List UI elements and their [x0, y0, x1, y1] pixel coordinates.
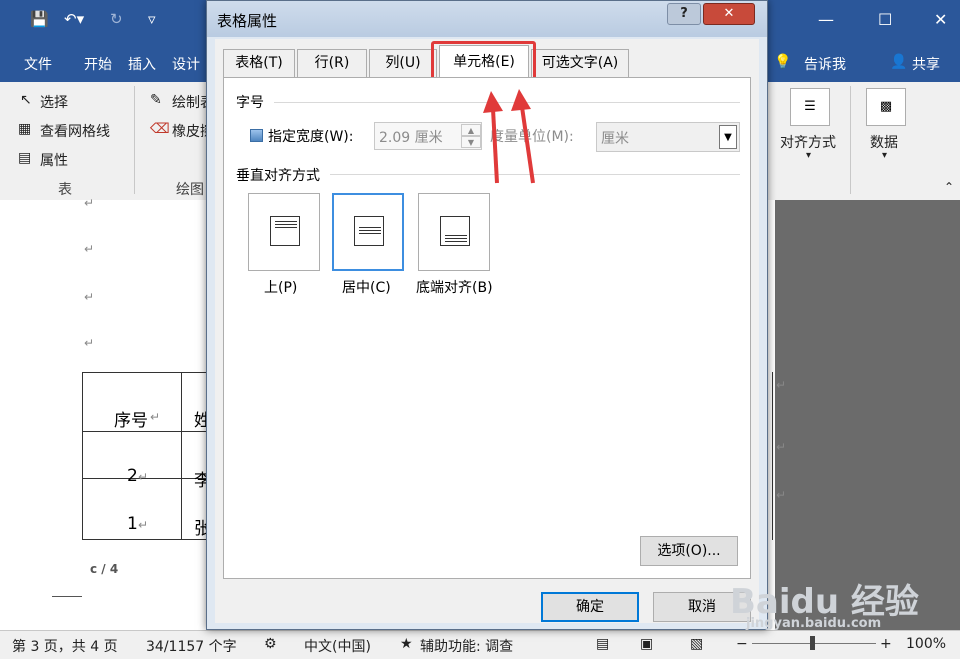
valign-bottom-label[interactable]: 底端对齐(B) [416, 277, 493, 297]
data-icon[interactable]: ▩ [866, 88, 906, 126]
ok-button[interactable]: 确定 [541, 592, 639, 622]
properties-icon: ▤ [18, 150, 32, 166]
valign-center-option[interactable] [332, 193, 404, 271]
align-bottom-icon [440, 216, 470, 246]
unit-value: 厘米 [601, 131, 629, 147]
tab-row[interactable]: 行(R) [297, 49, 367, 77]
chevron-down-icon[interactable]: ▼ [719, 125, 737, 149]
table-header-cell: 序号 [114, 411, 148, 431]
help-icon: ? [680, 6, 688, 21]
paragraph-mark: ↵ [84, 290, 95, 304]
page-marker-text: c / 4 [90, 562, 119, 576]
dialog-close-button[interactable]: ✕ [703, 3, 755, 25]
tell-me[interactable]: 告诉我 [804, 54, 846, 74]
group-label-draw: 绘图 [176, 182, 204, 198]
watermark-url: jingyan.baidu.com [746, 616, 882, 631]
tab-column[interactable]: 列(U) [369, 49, 437, 77]
valign-bottom-option[interactable] [418, 193, 490, 271]
zoom-out-icon[interactable]: − [736, 636, 748, 652]
properties-button[interactable]: 属性 [40, 150, 68, 170]
data-button[interactable]: 数据 [870, 132, 898, 152]
close-icon: ✕ [723, 6, 735, 21]
grid-icon: ▦ [18, 121, 32, 137]
alignment-button[interactable]: 对齐方式 [780, 132, 836, 152]
options-button[interactable]: 选项(O)... [640, 536, 738, 566]
size-section-label: 字号 [236, 95, 264, 111]
specify-width-label: 指定宽度(W): [268, 129, 354, 145]
align-icon[interactable]: ☰ [790, 88, 830, 126]
group-separator [850, 86, 851, 194]
tab-insert[interactable]: 插入 [128, 54, 156, 74]
chevron-down-icon: ▾ [882, 150, 888, 161]
language-status[interactable]: 中文(中国) [304, 636, 371, 656]
collapse-ribbon-icon[interactable]: ⌃ [944, 180, 954, 194]
web-layout-icon[interactable]: ▧ [690, 636, 703, 652]
table-cell-text: 2 [127, 466, 138, 486]
zoom-level[interactable]: 100% [906, 636, 946, 652]
select-arrow-icon: ↖ [20, 92, 32, 108]
row-end-mark: ↵ [776, 440, 787, 454]
share-button[interactable]: 共享 [912, 54, 940, 74]
cell-mark: ↵ [138, 518, 149, 532]
dialog-title: 表格属性 [217, 12, 278, 30]
valign-center-label[interactable]: 居中(C) [342, 277, 391, 297]
tab-alt-text[interactable]: 可选文字(A) [531, 49, 629, 77]
zoom-slider-thumb[interactable] [810, 636, 815, 650]
proofing-icon[interactable]: ⚙ [264, 636, 277, 652]
paragraph-mark: ↵ [84, 242, 95, 256]
paragraph-mark: ↵ [84, 336, 95, 350]
row-end-mark: ↵ [776, 378, 787, 392]
person-icon: 👤 [890, 54, 908, 70]
draw-table-icon: ✎ [150, 92, 162, 108]
align-top-icon [270, 216, 300, 246]
valign-top-option[interactable] [248, 193, 320, 271]
print-layout-icon[interactable]: ▣ [640, 636, 653, 652]
tab-home[interactable]: 开始 [84, 54, 112, 74]
close-window-icon[interactable]: ✕ [934, 10, 947, 29]
tab-design[interactable]: 设计 [172, 54, 200, 74]
read-mode-icon[interactable]: ▤ [596, 636, 609, 652]
zoom-in-icon[interactable]: + [880, 636, 892, 652]
cell-mark: ↵ [138, 470, 149, 484]
undo-icon[interactable]: ↶▾ [64, 10, 84, 28]
unit-select[interactable]: 厘米 ▼ [596, 122, 740, 152]
paragraph-mark: ↵ [84, 196, 95, 210]
align-center-icon [354, 216, 384, 246]
chevron-down-icon: ▾ [806, 150, 812, 161]
specify-width-checkbox[interactable] [250, 129, 263, 142]
redo-icon[interactable]: ↻ [110, 10, 123, 28]
table-properties-dialog: 表格属性 ? ✕ 表格(T) 行(R) 列(U) 单元格(E) 可选文字(A) … [206, 0, 768, 630]
save-icon[interactable]: 💾 [30, 10, 49, 28]
help-button[interactable]: ? [667, 3, 701, 25]
cell-mark: ↵ [150, 410, 161, 424]
select-button[interactable]: 选择 [40, 92, 68, 112]
group-label-table: 表 [58, 182, 72, 198]
accessibility-icon: ★ [400, 636, 413, 652]
tab-table[interactable]: 表格(T) [223, 49, 295, 77]
page-count[interactable]: 第 3 页，共 4 页 [12, 636, 118, 656]
tab-file[interactable]: 文件 [24, 54, 52, 74]
eraser-icon: ⌫ [150, 121, 170, 137]
accessibility-status[interactable]: 辅助功能: 调查 [420, 636, 513, 656]
margin-corner-mark [52, 596, 82, 597]
vertical-align-section-label: 垂直对齐方式 [236, 168, 320, 184]
word-count[interactable]: 34/1157 个字 [146, 636, 237, 656]
row-end-mark: ↵ [776, 488, 787, 502]
minimize-icon[interactable]: — [818, 10, 834, 29]
table-right-border [772, 372, 776, 540]
gridlines-button[interactable]: 查看网格线 [40, 121, 110, 141]
width-input[interactable]: 2.09 厘米 ▲ ▼ [374, 122, 482, 150]
valign-top-label[interactable]: 上(P) [264, 277, 297, 297]
lightbulb-icon: 💡 [774, 54, 792, 70]
table-cell-text: 1 [127, 514, 138, 534]
customize-qat-icon[interactable]: ▿ [148, 10, 156, 28]
width-value: 2.09 厘米 [379, 130, 443, 146]
maximize-icon[interactable]: ☐ [878, 10, 892, 29]
annotation-arrows [483, 89, 535, 184]
group-separator [134, 86, 135, 194]
